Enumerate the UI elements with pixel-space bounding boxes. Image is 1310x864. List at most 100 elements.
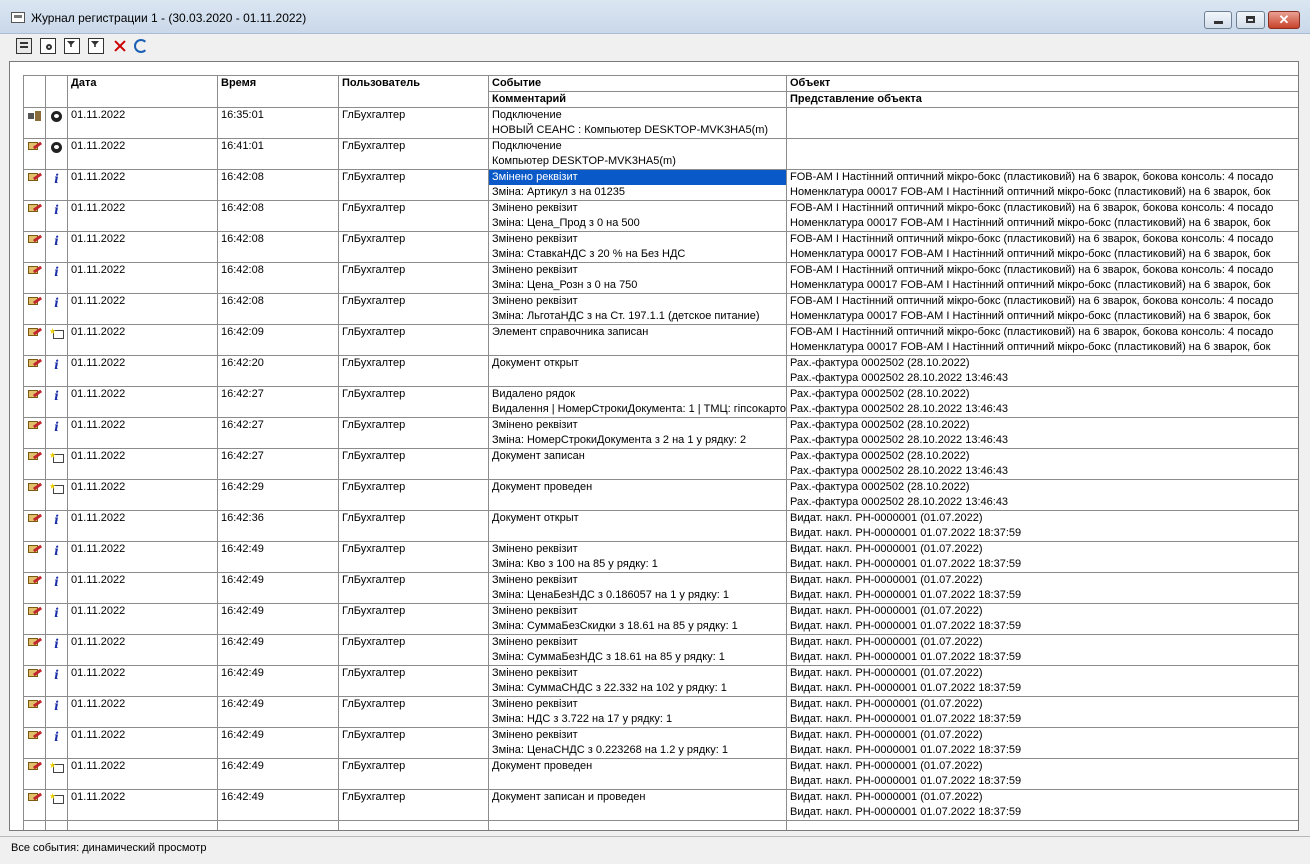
time-cell: 16:42:49 bbox=[217, 758, 339, 790]
table-row[interactable]: i 01.11.2022 16:42:36 ГлБухгалтер Документ о… bbox=[23, 510, 1298, 542]
table-row[interactable]: i 01.11.2022 16:42:08 ГлБухгалтер Змінено ре… bbox=[23, 169, 1298, 201]
table-row[interactable]: i 01.11.2022 16:42:08 ГлБухгалтер Змінено ре… bbox=[23, 262, 1298, 294]
user-cell: ГлБухгалтер bbox=[338, 603, 489, 635]
refresh-icon[interactable] bbox=[134, 39, 148, 53]
object-cell: Видат. накл. РН-0000001 (01.07.2022) bbox=[786, 758, 1298, 774]
object-repr-cell: Видат. накл. РН-0000001 01.07.2022 18:37… bbox=[786, 588, 1298, 604]
edit-icon bbox=[27, 452, 42, 462]
edit-icon bbox=[27, 669, 42, 679]
info-icon: i bbox=[54, 358, 59, 372]
comment-cell: НОВЫЙ СЕАНС : Компьютер DESKTOP-MVK3HA5(… bbox=[488, 123, 787, 139]
row-type-cell bbox=[45, 324, 68, 356]
edit-icon bbox=[27, 359, 42, 369]
object-cell: Рах.-фактура 0002502 (28.10.2022) bbox=[786, 417, 1298, 433]
row-kind-cell bbox=[23, 665, 46, 697]
edit-icon bbox=[27, 235, 42, 245]
table-row[interactable]: i 01.11.2022 16:42:49 ГлБухгалтер Змінено ре… bbox=[23, 603, 1298, 635]
table-row[interactable]: 01.11.2022 16:35:01 ГлБухгалтер Подключение bbox=[23, 107, 1298, 139]
row-type-cell: i bbox=[45, 417, 68, 449]
edit-icon bbox=[27, 204, 42, 214]
info-icon: i bbox=[54, 575, 59, 589]
table-row[interactable]: i 01.11.2022 16:42:27 ГлБухгалтер Змінено ре… bbox=[23, 417, 1298, 449]
table-row[interactable]: 01.11.2022 16:42:49 ГлБухгалтер Документ пр… bbox=[23, 758, 1298, 790]
event-log-grid[interactable]: Дата Время Пользователь Событие Объект К… bbox=[9, 61, 1299, 831]
table-row[interactable]: i 01.11.2022 16:42:08 ГлБухгалтер Змінено ре… bbox=[23, 293, 1298, 325]
table-row[interactable]: i 01.11.2022 16:42:49 ГлБухгалтер Змінено ре… bbox=[23, 727, 1298, 759]
edit-icon bbox=[27, 297, 42, 307]
header-object[interactable]: Объект bbox=[786, 75, 1298, 92]
table-row[interactable]: i 01.11.2022 16:42:20 ГлБухгалтер Документ о… bbox=[23, 355, 1298, 387]
table-row[interactable]: i 01.11.2022 16:42:49 ГлБухгалтер Змінено ре… bbox=[23, 572, 1298, 604]
table-row[interactable]: i 01.11.2022 16:42:49 ГлБухгалтер Змінено ре… bbox=[23, 541, 1298, 573]
time-cell: 16:42:49 bbox=[217, 665, 339, 697]
edit-icon bbox=[27, 421, 42, 431]
properties-icon[interactable] bbox=[16, 38, 32, 54]
edit-icon bbox=[27, 576, 42, 586]
object-cell: Видат. накл. РН-0000001 (01.07.2022) bbox=[786, 789, 1298, 805]
maximize-button[interactable] bbox=[1236, 11, 1265, 29]
object-repr-cell: Рах.-фактура 0002502 28.10.2022 13:46:43 bbox=[786, 433, 1298, 449]
info-icon: i bbox=[54, 513, 59, 527]
header-user[interactable]: Пользователь bbox=[338, 75, 489, 108]
info-icon: i bbox=[54, 668, 59, 682]
table-row[interactable]: i 01.11.2022 16:42:08 ГлБухгалтер Змінено ре… bbox=[23, 231, 1298, 263]
row-kind-cell bbox=[23, 231, 46, 263]
comment-cell: Зміна: Цена_Розн з 0 на 750 bbox=[488, 278, 787, 294]
table-row[interactable]: 01.11.2022 16:42:29 ГлБухгалтер Документ пр… bbox=[23, 479, 1298, 511]
object-repr-cell: Рах.-фактура 0002502 28.10.2022 13:46:43 bbox=[786, 495, 1298, 511]
table-row[interactable]: i 01.11.2022 16:42:08 ГлБухгалтер Змінено ре… bbox=[23, 200, 1298, 232]
filter-set-icon[interactable] bbox=[88, 38, 104, 54]
close-button[interactable]: ✕ bbox=[1268, 11, 1300, 29]
time-cell: 16:42:27 bbox=[217, 448, 339, 480]
empty-cell bbox=[338, 820, 489, 830]
header-event[interactable]: Событие bbox=[488, 75, 787, 92]
object-cell: Видат. накл. РН-0000001 (01.07.2022) bbox=[786, 603, 1298, 619]
table-row[interactable]: 01.11.2022 16:42:09 ГлБухгалтер Элемент спр… bbox=[23, 324, 1298, 356]
empty-cell bbox=[488, 820, 787, 830]
row-kind-cell bbox=[23, 324, 46, 356]
user-icon bbox=[51, 142, 62, 153]
object-cell: FOB-AM I Настінний оптичний мікро-бокс (… bbox=[786, 293, 1298, 309]
row-kind-cell bbox=[23, 479, 46, 511]
event-cell: Документ проведен bbox=[488, 479, 787, 495]
date-cell: 01.11.2022 bbox=[67, 386, 218, 418]
filter-icon[interactable] bbox=[64, 38, 80, 54]
header-comment[interactable]: Комментарий bbox=[488, 91, 787, 108]
time-cell: 16:41:01 bbox=[217, 138, 339, 170]
row-type-cell: i bbox=[45, 572, 68, 604]
preview-icon[interactable] bbox=[40, 38, 56, 54]
row-kind-cell bbox=[23, 727, 46, 759]
object-cell: Рах.-фактура 0002502 (28.10.2022) bbox=[786, 386, 1298, 402]
table-row[interactable]: i 01.11.2022 16:42:27 ГлБухгалтер Видалено р… bbox=[23, 386, 1298, 418]
row-kind-cell bbox=[23, 448, 46, 480]
date-cell: 01.11.2022 bbox=[67, 107, 218, 139]
header-object-repr[interactable]: Представление объекта bbox=[786, 91, 1298, 108]
row-type-cell: i bbox=[45, 293, 68, 325]
object-repr-cell: Видат. накл. РН-0000001 01.07.2022 18:37… bbox=[786, 650, 1298, 666]
row-kind-cell bbox=[23, 634, 46, 666]
clear-filter-icon[interactable] bbox=[112, 38, 128, 54]
row-type-cell: i bbox=[45, 696, 68, 728]
time-cell: 16:42:27 bbox=[217, 417, 339, 449]
table-row[interactable]: 01.11.2022 16:41:01 ГлБухгалтер Подключение bbox=[23, 138, 1298, 170]
object-cell: Рах.-фактура 0002502 (28.10.2022) bbox=[786, 479, 1298, 495]
table-row[interactable]: 01.11.2022 16:42:49 ГлБухгалтер Документ за… bbox=[23, 789, 1298, 821]
table-row[interactable]: i 01.11.2022 16:42:49 ГлБухгалтер Змінено ре… bbox=[23, 665, 1298, 697]
minimize-button[interactable] bbox=[1204, 11, 1232, 29]
comment-cell: Зміна: НДС з 3.722 на 17 у рядку: 1 bbox=[488, 712, 787, 728]
header-date[interactable]: Дата bbox=[67, 75, 218, 108]
edit-icon bbox=[27, 731, 42, 741]
comment-cell bbox=[488, 371, 787, 387]
table-row[interactable]: i 01.11.2022 16:42:49 ГлБухгалтер Змінено ре… bbox=[23, 696, 1298, 728]
empty-cell bbox=[786, 820, 1298, 830]
edit-icon bbox=[27, 328, 42, 338]
object-repr-cell: Видат. накл. РН-0000001 01.07.2022 18:37… bbox=[786, 712, 1298, 728]
user-cell: ГлБухгалтер bbox=[338, 386, 489, 418]
row-type-cell bbox=[45, 479, 68, 511]
row-kind-cell bbox=[23, 510, 46, 542]
header-time[interactable]: Время bbox=[217, 75, 339, 108]
date-cell: 01.11.2022 bbox=[67, 417, 218, 449]
date-cell: 01.11.2022 bbox=[67, 572, 218, 604]
table-row[interactable]: i 01.11.2022 16:42:49 ГлБухгалтер Змінено ре… bbox=[23, 634, 1298, 666]
table-row[interactable]: 01.11.2022 16:42:27 ГлБухгалтер Документ за… bbox=[23, 448, 1298, 480]
